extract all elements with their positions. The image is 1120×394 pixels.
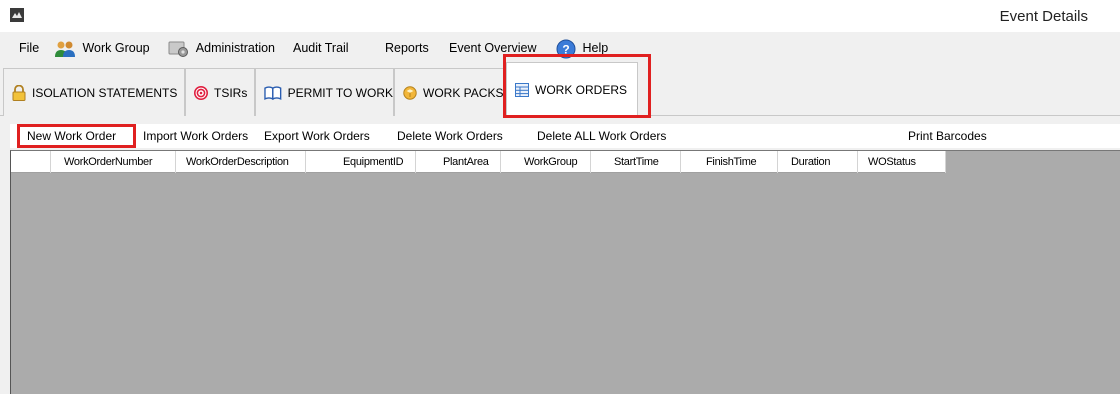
menu-event-overview[interactable]: Event Overview	[449, 36, 537, 60]
column-header[interactable]: StartTime	[591, 151, 681, 173]
users-icon	[55, 41, 75, 57]
menu-file-label: File	[19, 41, 40, 55]
delete-work-orders-button[interactable]: Delete Work Orders	[397, 124, 503, 148]
work-orders-grid[interactable]: WorkOrderNumber WorkOrderDescription Equ…	[10, 150, 1120, 394]
import-work-orders-button[interactable]: Import Work Orders	[143, 124, 248, 148]
column-header[interactable]: WorkGroup	[501, 151, 591, 173]
delete-all-work-orders-button[interactable]: Delete ALL Work Orders	[537, 124, 666, 148]
tab-tsirs[interactable]: TSIRs	[185, 68, 255, 116]
help-icon: ?	[556, 39, 576, 59]
column-header[interactable]: WorkOrderDescription	[176, 151, 306, 173]
tab-work-packs[interactable]: WORK PACKS	[394, 68, 506, 116]
column-header[interactable]: WorkOrderNumber	[51, 151, 176, 173]
menu-event-overview-label: Event Overview	[449, 41, 537, 55]
menu-administration[interactable]: Administration	[168, 36, 275, 60]
menu-work-group[interactable]: Work Group	[54, 36, 150, 60]
menu-file[interactable]: File	[19, 36, 39, 60]
tab-work-orders-label: WORK ORDERS	[535, 83, 628, 97]
tab-strip: ISOLATION STATEMENTS TSIRs PERMIT TO WOR…	[0, 62, 1120, 117]
column-header[interactable]: EquipmentID	[306, 151, 416, 173]
row-header-corner	[11, 151, 51, 173]
print-barcodes-button[interactable]: Print Barcodes	[908, 124, 987, 148]
tab-tsirs-label: TSIRs	[214, 85, 248, 100]
menu-audit-trail[interactable]: Audit Trail	[293, 36, 349, 60]
tab-work-orders[interactable]: WORK ORDERS	[506, 62, 638, 117]
column-header[interactable]: Duration	[778, 151, 858, 173]
menu-help-label: Help	[582, 41, 609, 55]
work-orders-toolbar: New Work Order Import Work Orders Export…	[10, 124, 1120, 148]
tab-isolation-statements-label: ISOLATION STATEMENTS	[32, 85, 178, 100]
lock-icon	[12, 84, 26, 101]
svg-text:?: ?	[562, 42, 569, 56]
new-work-order-button[interactable]: New Work Order	[27, 124, 116, 148]
menu-administration-label: Administration	[195, 41, 275, 55]
menu-reports[interactable]: Reports	[385, 36, 429, 60]
menu-bar: File Work Group Administration Audit Tra…	[0, 36, 1120, 60]
column-header[interactable]: FinishTime	[681, 151, 778, 173]
table-icon	[515, 83, 529, 97]
grid-header-row: WorkOrderNumber WorkOrderDescription Equ…	[11, 151, 946, 173]
title-bar: Event Details	[0, 0, 1120, 32]
admin-icon	[168, 41, 188, 57]
target-icon	[194, 85, 208, 100]
column-header[interactable]: WOStatus	[858, 151, 946, 173]
tab-permit-to-work[interactable]: PERMIT TO WORK	[255, 68, 394, 116]
tab-isolation-statements[interactable]: ISOLATION STATEMENTS	[3, 68, 185, 116]
app-logo-icon	[10, 8, 24, 22]
column-header[interactable]: PlantArea	[416, 151, 501, 173]
tab-work-packs-label: WORK PACKS	[423, 85, 504, 100]
menu-reports-label: Reports	[385, 41, 429, 55]
package-icon	[403, 85, 417, 100]
book-icon	[264, 85, 282, 100]
menu-help[interactable]: ? Help	[556, 36, 608, 60]
menu-work-group-label: Work Group	[82, 41, 150, 55]
tab-permit-to-work-label: PERMIT TO WORK	[287, 85, 393, 100]
window-title: Event Details	[999, 8, 1088, 25]
menu-audit-trail-label: Audit Trail	[293, 41, 349, 55]
export-work-orders-button[interactable]: Export Work Orders	[264, 124, 370, 148]
